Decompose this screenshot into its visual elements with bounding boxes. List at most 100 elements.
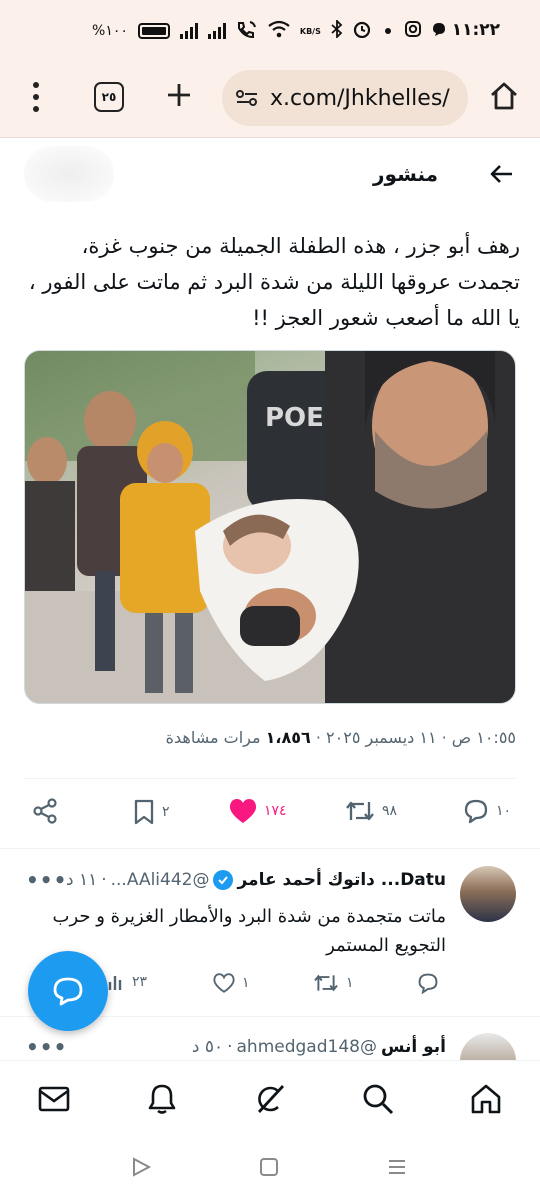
system-navigation (0, 1136, 540, 1200)
dot-icon (384, 28, 391, 34)
retweet-button[interactable]: ٩٨ (344, 798, 397, 824)
share-icon (33, 798, 57, 824)
bluetooth-icon (331, 18, 343, 42)
back-button[interactable] (488, 160, 516, 188)
back-triangle-icon (133, 1157, 152, 1177)
views-label: مرات مشاهدة (165, 728, 266, 747)
status-bar: %١٠٠ KB/S ١١:٢٢ (0, 0, 540, 62)
nav-grok[interactable] (252, 1081, 288, 1117)
plus-icon (168, 84, 190, 106)
svg-text:POE: POE (265, 403, 324, 433)
reply-compose-icon (53, 977, 83, 1006)
divider (0, 848, 540, 849)
separator-dot: · (101, 870, 107, 890)
compose-reply-button[interactable] (28, 951, 108, 1031)
tune-icon[interactable] (234, 85, 260, 111)
share-button[interactable] (32, 798, 58, 824)
mail-icon (38, 1086, 70, 1112)
tweet-image[interactable]: POE (24, 350, 516, 704)
home-icon (491, 82, 517, 110)
bell-icon (148, 1084, 176, 1114)
battery-percent: %١٠٠ (92, 23, 128, 39)
reply-button[interactable]: ١٠ (462, 798, 511, 824)
divider (24, 778, 516, 779)
more-options-icon[interactable]: ••• (26, 1035, 67, 1059)
reply-count: ١٠ (496, 803, 512, 819)
recents-icon (389, 1160, 405, 1174)
chat-icon (431, 21, 447, 41)
battery-icon (137, 23, 170, 39)
post-header: منشور (0, 140, 540, 212)
search-icon (363, 1084, 394, 1115)
signal-icon (179, 23, 198, 39)
address-bar[interactable]: x.com/Jhkhelles/ (222, 70, 468, 126)
retweet-icon (314, 974, 338, 992)
heart-icon (229, 799, 257, 823)
more-options-icon[interactable]: ••• (26, 868, 67, 892)
new-tab-button[interactable] (166, 76, 192, 116)
page-title: منشور (373, 162, 438, 186)
nav-notifications[interactable] (144, 1081, 180, 1117)
blurred-overlay (24, 146, 114, 202)
data-speed: KB/S (299, 26, 321, 36)
system-recents-button[interactable] (386, 1156, 410, 1180)
like-count: ١٧٤ (264, 803, 287, 819)
reply-like-button[interactable]: ١ (212, 972, 250, 994)
nav-search[interactable] (360, 1081, 396, 1117)
browser-home-button[interactable] (488, 80, 520, 112)
heart-icon (213, 973, 235, 993)
reply-retweet-count: ١ (346, 975, 354, 991)
reply-icon (418, 973, 438, 994)
tweet-meta: ١٠:٥٥ ص · ١١ ديسمبر ٢٠٢٥ · ١،٨٥٦ مرات مش… (166, 728, 516, 747)
status-icons: %١٠٠ KB/S (92, 18, 447, 42)
tab-switcher-button[interactable]: ٢٥ (94, 82, 124, 112)
reply-like-count: ١ (242, 975, 250, 991)
browser-toolbar: ٢٥ x.com/Jhkhelles/ (0, 62, 540, 138)
reply-header: أبو أنس @ahmedgad148 · ٥٠ د (192, 1037, 446, 1057)
wifi-calling-icon (236, 20, 258, 42)
reply-retweet-button[interactable]: ١ (312, 972, 354, 994)
reply-time: ١١ د (65, 870, 98, 890)
analytics-icon (108, 976, 122, 990)
reply-handle[interactable]: @AAli442... (111, 870, 210, 890)
avatar[interactable] (460, 1033, 516, 1060)
url-text: x.com/Jhkhelles/ (270, 85, 450, 111)
retweet-count: ٩٨ (382, 803, 398, 819)
home-icon (471, 1084, 501, 1114)
nav-messages[interactable] (36, 1081, 72, 1117)
reply-handle[interactable]: @ahmedgad148 (237, 1037, 377, 1057)
bookmark-count: ٢ (162, 804, 170, 820)
tweet-text: رهف أبو جزر ، هذه الطفلة الجميلة من جنوب… (28, 234, 520, 330)
more-vert-icon[interactable] (28, 82, 44, 112)
system-home-button[interactable] (258, 1156, 282, 1180)
bookmark-icon (134, 799, 154, 825)
avatar[interactable] (460, 866, 516, 922)
tweet-actions: ٢ ١٧٤ ٩٨ ١٠ (0, 790, 540, 838)
reply-header: Datu... داتوك أحمد عامر @AAli442... · ١١… (66, 870, 446, 890)
retweet-icon (346, 801, 374, 821)
reply-text: ماتت متجمدة من شدة البرد والأمطار الغزير… (52, 906, 446, 956)
reply-author-name[interactable]: أبو أنس (381, 1037, 446, 1057)
home-square-icon (260, 1158, 278, 1176)
system-back-button[interactable] (130, 1156, 154, 1180)
grok-icon (257, 1085, 285, 1113)
alarm-icon (353, 20, 371, 42)
arrow-left-icon (490, 165, 512, 183)
signal-icon (207, 23, 226, 39)
bottom-navigation (0, 1060, 540, 1136)
like-button[interactable]: ١٧٤ (228, 798, 287, 824)
nav-home[interactable] (468, 1081, 504, 1117)
photo-illustration: POE (25, 351, 515, 703)
instagram-icon (404, 21, 421, 41)
reply-views-count: ٢٣ (132, 974, 148, 990)
reply-author-name[interactable]: Datu... داتوك أحمد عامر (237, 870, 446, 890)
reply-reply-button[interactable] (416, 972, 446, 994)
reply-icon (464, 799, 488, 824)
bookmark-button[interactable]: ٢ (132, 798, 170, 826)
reply-views-button[interactable]: ٢٣ (108, 972, 147, 992)
verified-badge-icon (213, 870, 234, 890)
status-time: ١١:٢٢ (451, 20, 500, 40)
wifi-icon (268, 20, 290, 42)
views-count: ١،٨٥٦ (265, 728, 311, 747)
reply-time: ٥٠ د (191, 1037, 224, 1057)
